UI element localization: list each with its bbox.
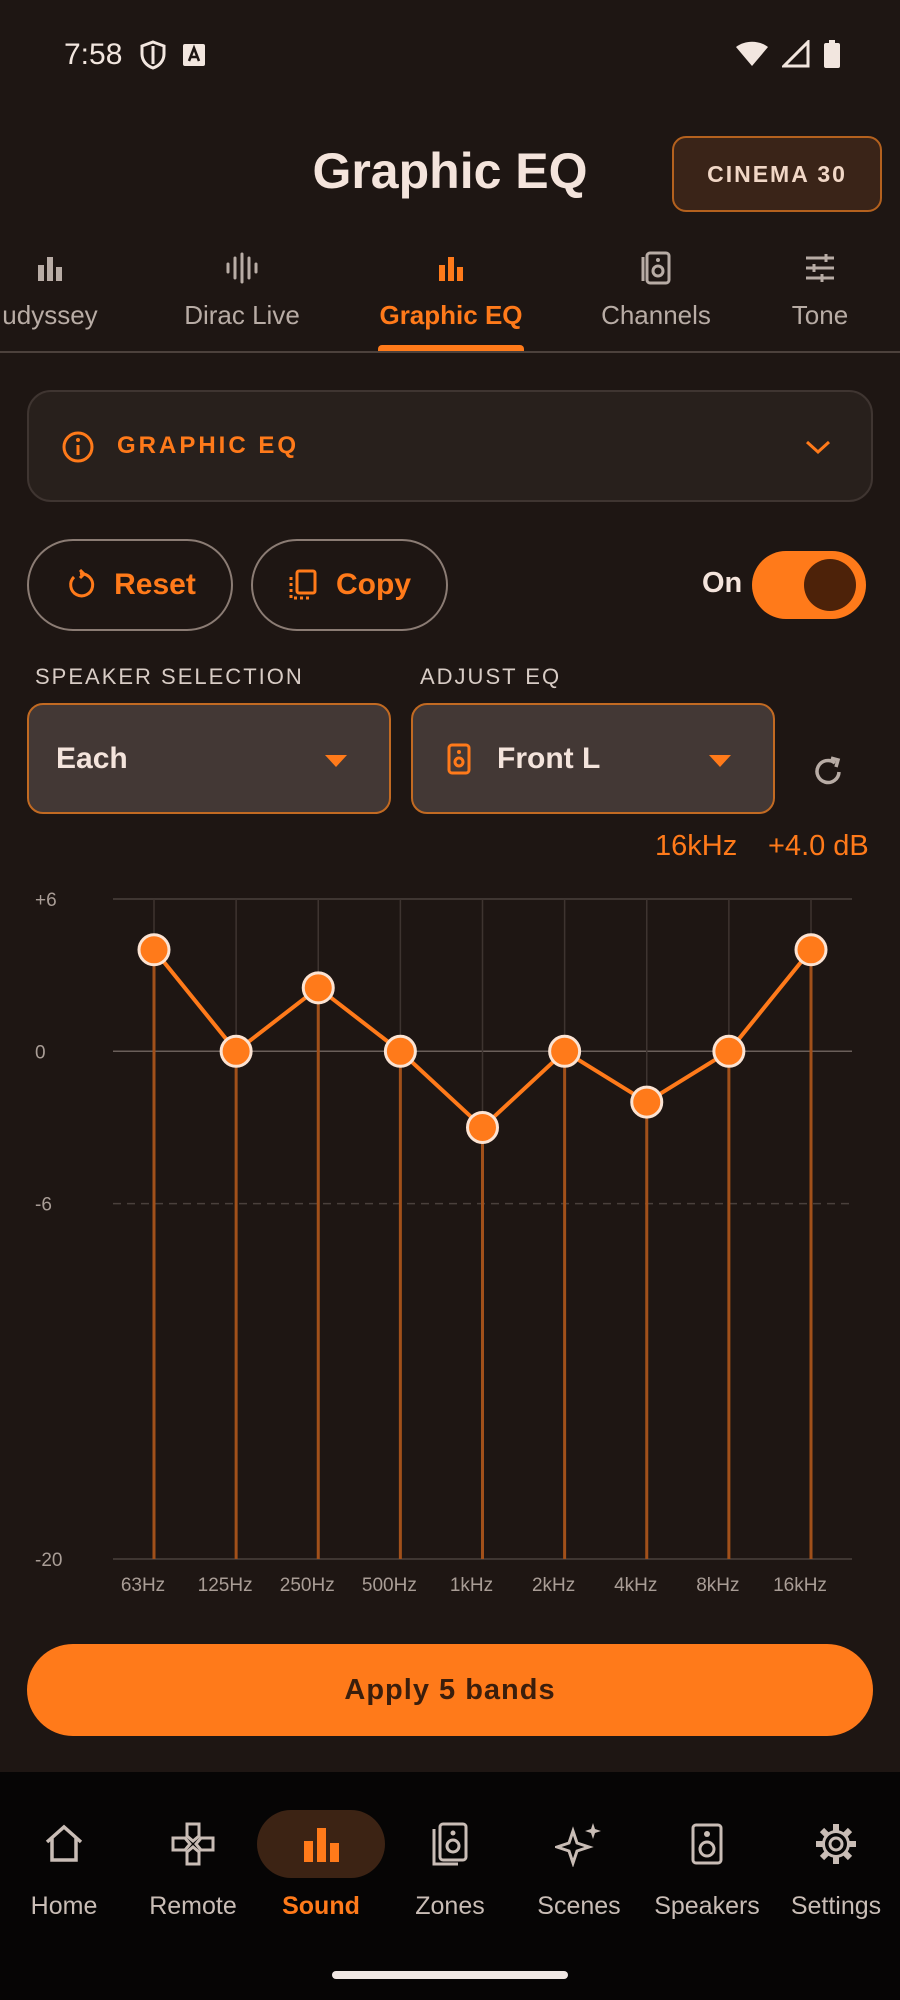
x-tick-label: 2kHz (532, 1575, 575, 1596)
y-tick-label: +6 (35, 890, 57, 911)
status-time: 7:58 (64, 38, 123, 71)
selected-band-frequency: 16kHz (655, 830, 738, 862)
tab-label: Channels (601, 300, 711, 330)
adjust-eq-label: ADJUST EQ (420, 664, 562, 689)
nav-label: Home (30, 1892, 98, 1920)
reset-label: Reset (114, 568, 196, 601)
band-handle-63hz[interactable] (137, 933, 171, 967)
preset-button[interactable]: CINEMA 30 (672, 136, 882, 212)
tab-label: Tone (791, 300, 849, 330)
y-tick-label: 0 (35, 1042, 46, 1063)
speaker-selection-value: Each (56, 741, 128, 775)
x-tick-label: 8kHz (696, 1575, 739, 1596)
sparkles-icon (555, 1823, 601, 1867)
x-tick-label: 250Hz (280, 1575, 335, 1596)
home-indicator (332, 1971, 568, 1979)
refresh-icon[interactable] (811, 755, 845, 789)
tab-dirac-live[interactable]: Dirac Live (172, 248, 312, 352)
keyboard-a-icon (183, 44, 205, 66)
band-handle-16khz[interactable] (794, 933, 828, 967)
section-title: GRAPHIC EQ (117, 432, 300, 459)
band-handle-4khz[interactable] (630, 1085, 664, 1119)
dropdown-arrow-icon (325, 755, 347, 767)
shield-icon (140, 40, 166, 70)
tab-label: Dirac Live (184, 300, 300, 330)
speaker-icon (447, 743, 471, 774)
signal-icon (782, 40, 810, 68)
selected-band-gain: +4.0 dB (768, 830, 869, 862)
speaker-selection-label: SPEAKER SELECTION (35, 664, 304, 689)
nav-label: Speakers (654, 1892, 760, 1920)
band-handle-125hz[interactable] (219, 1034, 253, 1068)
x-tick-label: 16kHz (773, 1575, 827, 1596)
copy-label: Copy (336, 568, 411, 601)
eq-toggle-label: On (702, 567, 743, 599)
bar-chart-icon (304, 1828, 339, 1862)
bar-chart-icon (38, 257, 62, 281)
tab-bar: udyssey Dirac Live Graphic EQ Channels T… (0, 248, 900, 352)
home-icon (45, 1824, 83, 1862)
tab-label: Graphic EQ (379, 300, 523, 330)
reset-button[interactable]: Reset (27, 539, 233, 631)
band-handle-1khz[interactable] (466, 1110, 499, 1144)
x-tick-label: 125Hz (198, 1575, 253, 1596)
x-tick-label: 63Hz (121, 1575, 165, 1596)
tab-audyssey[interactable]: udyssey (0, 248, 110, 352)
eq-chart[interactable]: +6 0 -6 -20 63Hz 125Hz 250Hz 500Hz 1kHz 2kHz 4kHz 8… (0, 870, 900, 1610)
bar-chart-icon (439, 257, 463, 281)
copy-button[interactable]: Copy (251, 539, 448, 631)
band-handle-500hz[interactable] (383, 1034, 417, 1068)
info-icon (62, 431, 94, 463)
adjust-eq-value: Front L (497, 741, 601, 775)
eq-toggle-thumb[interactable] (804, 559, 856, 611)
speaker-group-icon (432, 1822, 468, 1866)
nav-settings[interactable]: Settings (772, 1810, 900, 1921)
band-handle-250hz[interactable] (301, 971, 335, 1005)
speaker-icon (641, 251, 671, 285)
nav-label: Remote (149, 1892, 237, 1920)
gamepad-icon (171, 1822, 215, 1866)
x-tick-label: 500Hz (362, 1575, 417, 1596)
apply-button[interactable]: Apply 5 bands (27, 1644, 873, 1736)
reset-icon (69, 569, 95, 598)
sliders-icon (806, 254, 834, 282)
x-tick-label: 4kHz (614, 1575, 657, 1596)
dropdown-arrow-icon (709, 755, 731, 767)
speaker-icon (691, 1823, 723, 1865)
nav-remote[interactable]: Remote (129, 1810, 257, 1921)
tab-channels[interactable]: Channels (586, 248, 726, 352)
tab-label: udyssey (2, 300, 98, 330)
nav-label: Scenes (537, 1892, 621, 1920)
adjust-eq-dropdown[interactable]: Front L (411, 703, 775, 814)
nav-sound[interactable]: Sound (257, 1810, 385, 1921)
battery-icon (824, 40, 840, 68)
tab-tone[interactable]: Tone (770, 248, 870, 352)
nav-home[interactable]: Home (0, 1810, 128, 1921)
nav-label: Sound (282, 1892, 360, 1920)
waveform-icon (226, 252, 258, 284)
chevron-down-icon[interactable] (804, 438, 832, 456)
x-tick-label: 1kHz (450, 1575, 493, 1596)
nav-speakers[interactable]: Speakers (643, 1810, 771, 1921)
speaker-selection-dropdown[interactable]: Each (27, 703, 391, 814)
tabs-divider (0, 351, 900, 353)
y-tick-label: -20 (35, 1550, 62, 1571)
wifi-icon (736, 41, 768, 66)
tab-graphic-eq[interactable]: Graphic EQ (372, 248, 530, 352)
copy-icon (289, 569, 317, 600)
nav-label: Settings (790, 1892, 882, 1920)
band-handle-2khz[interactable] (548, 1034, 582, 1068)
nav-scenes[interactable]: Scenes (515, 1810, 643, 1921)
y-tick-label: -6 (35, 1195, 52, 1216)
band-handle-8khz[interactable] (712, 1034, 746, 1068)
gear-icon (816, 1824, 856, 1864)
nav-label: Zones (415, 1892, 485, 1920)
nav-zones[interactable]: Zones (386, 1810, 514, 1921)
